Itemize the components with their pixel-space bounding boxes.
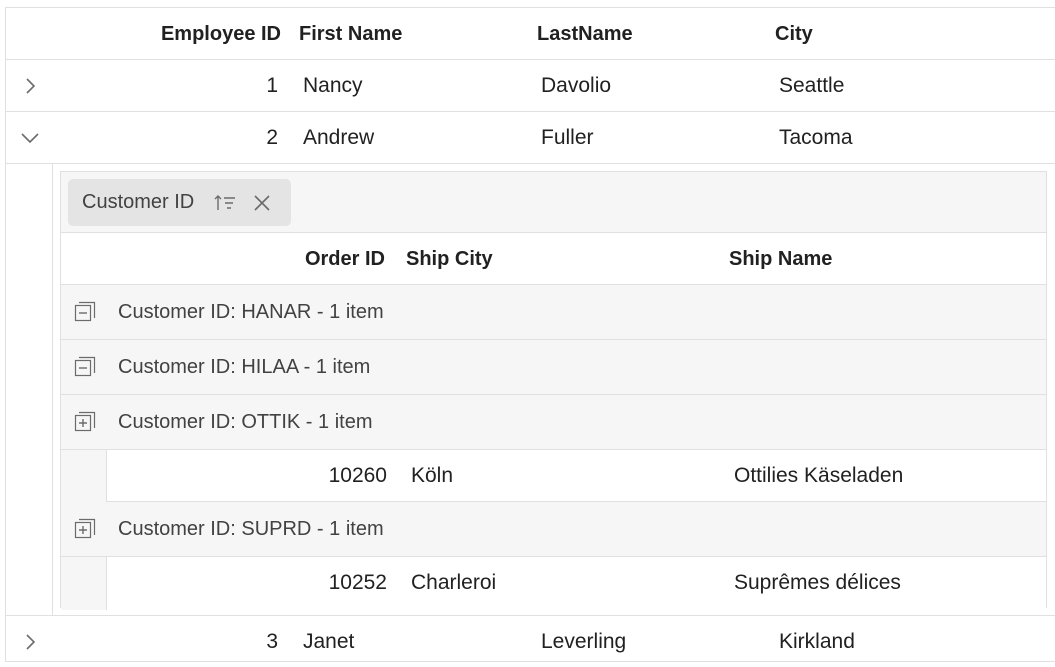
group-indent: [61, 450, 107, 502]
chevron-right-icon[interactable]: [20, 632, 40, 652]
cell-ship-name: Suprêmes délices: [734, 571, 901, 594]
expand-group-icon[interactable]: [74, 411, 96, 433]
group-caption-row[interactable]: Customer ID: HANAR - 1 item: [61, 285, 1046, 340]
cell-employee-id: 2: [266, 126, 278, 149]
close-icon[interactable]: [252, 193, 272, 213]
group-caption: Customer ID: SUPRD - 1 item: [118, 518, 384, 540]
cell-last-name: Fuller: [541, 126, 594, 149]
expand-group-icon[interactable]: [74, 518, 96, 540]
header-last-name[interactable]: LastName: [537, 8, 633, 60]
header-city[interactable]: City: [775, 8, 813, 60]
cell-order-id: 10252: [328, 571, 387, 594]
group-caption: Customer ID: HILAA - 1 item: [118, 356, 371, 378]
group-caption: Customer ID: OTTIK - 1 item: [118, 411, 373, 433]
header-employee-id[interactable]: Employee ID: [46, 8, 281, 60]
table-row[interactable]: 2 Andrew Fuller Tacoma: [6, 112, 1055, 164]
chevron-down-icon[interactable]: [20, 128, 40, 148]
header-first-name[interactable]: First Name: [299, 8, 402, 60]
group-chip-label: Customer ID: [82, 191, 195, 213]
cell-order-id: 10260: [328, 464, 387, 487]
group-caption: Customer ID: HANAR - 1 item: [118, 301, 384, 323]
group-chip-customer-id[interactable]: Customer ID: [68, 179, 291, 226]
table-row[interactable]: 1 Nancy Davolio Seattle: [6, 60, 1055, 112]
cell-ship-city: Charleroi: [411, 571, 497, 594]
cell-first-name: Andrew: [303, 126, 375, 149]
group-caption-row[interactable]: Customer ID: SUPRD - 1 item: [61, 502, 1046, 557]
chevron-right-icon[interactable]: [20, 76, 40, 96]
group-drop-area[interactable]: Customer ID: [61, 172, 1046, 233]
cell-city: Tacoma: [779, 126, 853, 149]
table-row[interactable]: 10260 Köln Ottilies Käseladen: [61, 450, 1046, 502]
header-order-id[interactable]: Order ID: [161, 233, 385, 285]
table-row[interactable]: 10252 Charleroi Suprêmes délices: [61, 557, 1046, 610]
group-caption-row[interactable]: Customer ID: OTTIK - 1 item: [61, 395, 1046, 450]
cell-employee-id: 1: [266, 74, 278, 97]
child-orders-grid: Customer ID Order ID Ship City Ship Name…: [60, 171, 1047, 610]
cell-ship-name: Ottilies Käseladen: [734, 464, 904, 487]
collapse-group-icon[interactable]: [74, 301, 96, 323]
sort-ascending-icon[interactable]: [214, 193, 236, 213]
cell-ship-city: Köln: [411, 464, 454, 487]
cell-first-name: Janet: [303, 630, 355, 653]
header-ship-city[interactable]: Ship City: [406, 233, 493, 285]
cell-last-name: Leverling: [541, 630, 627, 653]
cell-employee-id: 3: [266, 630, 278, 653]
group-caption-row[interactable]: Customer ID: HILAA - 1 item: [61, 340, 1046, 395]
header-ship-name[interactable]: Ship Name: [729, 233, 832, 285]
detail-indent: [52, 164, 53, 615]
cell-city: Kirkland: [779, 630, 855, 653]
cell-city: Seattle: [779, 74, 845, 97]
group-indent: [61, 557, 107, 610]
collapse-group-icon[interactable]: [74, 356, 96, 378]
table-row[interactable]: 3 Janet Leverling Kirkland: [6, 616, 1055, 661]
grid-header-row: Employee ID First Name LastName City: [6, 8, 1055, 60]
cell-first-name: Nancy: [303, 74, 363, 97]
detail-row: Customer ID Order ID Ship City Ship Name…: [6, 164, 1055, 616]
child-header-row: Order ID Ship City Ship Name: [61, 233, 1046, 285]
cell-last-name: Davolio: [541, 74, 612, 97]
employee-grid: Employee ID First Name LastName City 1 N…: [5, 7, 1055, 662]
